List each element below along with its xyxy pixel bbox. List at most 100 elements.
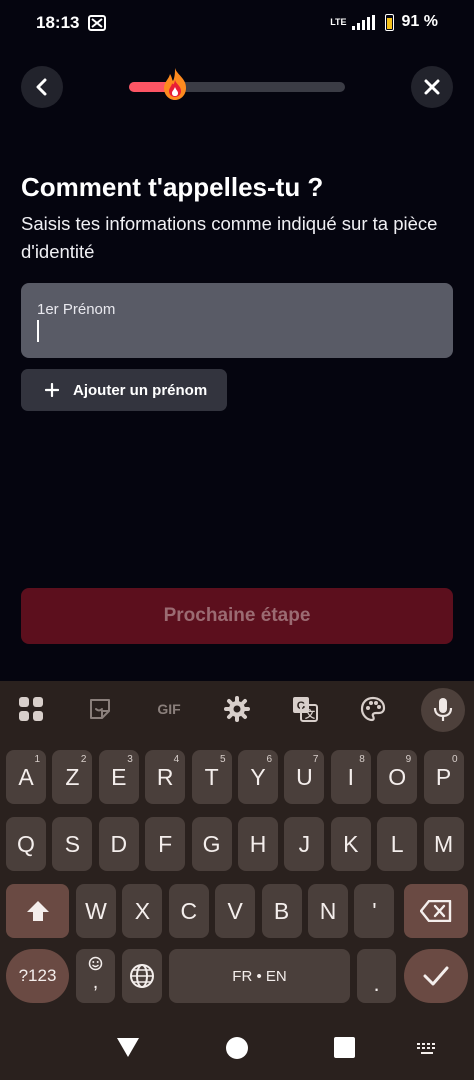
comma-label: , — [92, 971, 99, 993]
chevron-left-icon — [36, 78, 47, 96]
settings-gear-icon[interactable] — [222, 694, 252, 724]
network-type: LTE — [330, 17, 347, 27]
microphone-icon — [433, 698, 453, 721]
key-f[interactable]: F — [145, 817, 186, 871]
emoji-comma-key[interactable]: , — [76, 949, 115, 1003]
key-label: U — [296, 763, 313, 790]
key-number-hint: 1 — [34, 754, 40, 765]
gif-button[interactable]: GIF — [153, 694, 185, 724]
plus-icon — [45, 383, 59, 397]
palette-icon[interactable] — [358, 694, 388, 724]
enter-key[interactable] — [404, 949, 468, 1003]
battery-icon — [384, 13, 394, 31]
emoji-icon — [88, 956, 103, 971]
key-j[interactable]: J — [284, 817, 325, 871]
shift-key[interactable] — [6, 884, 69, 938]
key-b[interactable]: B — [261, 884, 302, 938]
key-number-hint: 6 — [266, 754, 272, 765]
key-label: A — [18, 763, 34, 790]
status-indicators: LTE 91 % — [330, 13, 438, 31]
page-subtitle: Saisis tes informations comme indiqué su… — [21, 213, 438, 262]
key-label: P — [435, 763, 452, 790]
keyboard-switch-icon[interactable] — [416, 1042, 438, 1056]
nav-recents-icon[interactable] — [334, 1037, 355, 1058]
key-label: R — [156, 763, 174, 790]
back-button[interactable] — [21, 66, 63, 108]
key-label: Z — [65, 763, 80, 790]
symbols-key[interactable]: ?123 — [6, 949, 69, 1003]
key-e[interactable]: E3 — [98, 750, 139, 804]
key-label: Y — [250, 763, 266, 790]
key-i[interactable]: I8 — [330, 750, 371, 804]
key-label: I — [347, 763, 354, 790]
key-n[interactable]: N — [308, 884, 348, 938]
key-o[interactable]: O9 — [377, 750, 418, 804]
translate-icon[interactable]: G文 — [290, 694, 320, 724]
key-label: T — [204, 763, 219, 790]
key-r[interactable]: R4 — [145, 750, 186, 804]
key-u[interactable]: U7 — [284, 750, 325, 804]
key-w[interactable]: W — [76, 884, 116, 938]
key-h[interactable]: H — [238, 817, 278, 871]
next-step-button[interactable]: Prochaine étape — [21, 588, 453, 644]
signal-icon — [351, 14, 375, 30]
key-c[interactable]: C — [168, 884, 209, 938]
key-number-hint: 7 — [312, 754, 319, 765]
key-number-hint: 8 — [359, 754, 365, 765]
nav-home-icon[interactable] — [225, 1036, 249, 1060]
key-z[interactable]: Z2 — [52, 750, 93, 804]
key-k[interactable]: K — [330, 817, 371, 871]
key-v[interactable]: V — [215, 884, 256, 938]
notification-app-icon — [88, 15, 106, 31]
key-label: O — [388, 763, 407, 790]
flame-icon — [160, 66, 190, 102]
next-step-label: Prochaine étape — [163, 605, 311, 626]
backspace-key[interactable] — [404, 884, 468, 938]
system-navigation-bar — [0, 1020, 474, 1080]
space-bar[interactable]: FR • EN — [169, 949, 350, 1003]
text-cursor — [37, 320, 39, 342]
close-button[interactable] — [411, 66, 453, 108]
key-x[interactable]: X — [122, 884, 163, 938]
key-d[interactable]: D — [98, 817, 139, 871]
key-number-hint: 9 — [405, 754, 412, 765]
key-number-hint: 0 — [452, 754, 458, 765]
key-y[interactable]: Y6 — [238, 750, 278, 804]
language-key[interactable] — [122, 949, 162, 1003]
key-number-hint: 2 — [80, 754, 87, 765]
key-g[interactable]: G — [191, 817, 232, 871]
add-first-name-label: Ajouter un prénom — [73, 381, 208, 399]
voice-input-button[interactable] — [421, 688, 465, 732]
globe-icon — [130, 964, 154, 988]
key-s[interactable]: S — [52, 817, 93, 871]
key-label: E — [111, 763, 127, 790]
sticker-icon[interactable] — [85, 694, 115, 724]
key-apostrophe[interactable]: ' — [354, 884, 395, 938]
first-name-label: 1er Prénom — [37, 301, 116, 318]
battery-level: 91 % — [401, 13, 438, 30]
key-t[interactable]: T5 — [191, 750, 232, 804]
period-label: . — [373, 971, 380, 996]
checkmark-icon — [423, 966, 449, 986]
key-p[interactable]: P0 — [423, 750, 464, 804]
key-q[interactable]: Q — [6, 817, 46, 871]
first-name-field[interactable]: 1er Prénom — [21, 283, 453, 358]
key-number-hint: 3 — [127, 754, 133, 765]
key-m[interactable]: M — [423, 817, 464, 871]
keyboard-toolbar: GIF G文 — [0, 681, 474, 739]
period-key[interactable]: . — [357, 949, 396, 1003]
key-number-hint: 5 — [220, 754, 226, 765]
status-bar: 18:13 LTE 91 % — [0, 0, 474, 46]
svg-text:文: 文 — [305, 708, 316, 721]
close-icon — [424, 79, 440, 95]
backspace-icon — [420, 900, 452, 922]
key-number-hint: 4 — [173, 754, 180, 765]
shift-arrow-icon — [26, 901, 49, 921]
apps-grid-icon[interactable] — [16, 694, 46, 724]
status-time: 18:13 — [36, 13, 80, 32]
nav-back-icon[interactable] — [116, 1036, 140, 1058]
key-l[interactable]: L — [377, 817, 418, 871]
add-first-name-button[interactable]: Ajouter un prénom — [21, 369, 227, 411]
key-a[interactable]: A1 — [6, 750, 46, 804]
page-title: Comment t'appelles-tu ? — [21, 172, 324, 202]
